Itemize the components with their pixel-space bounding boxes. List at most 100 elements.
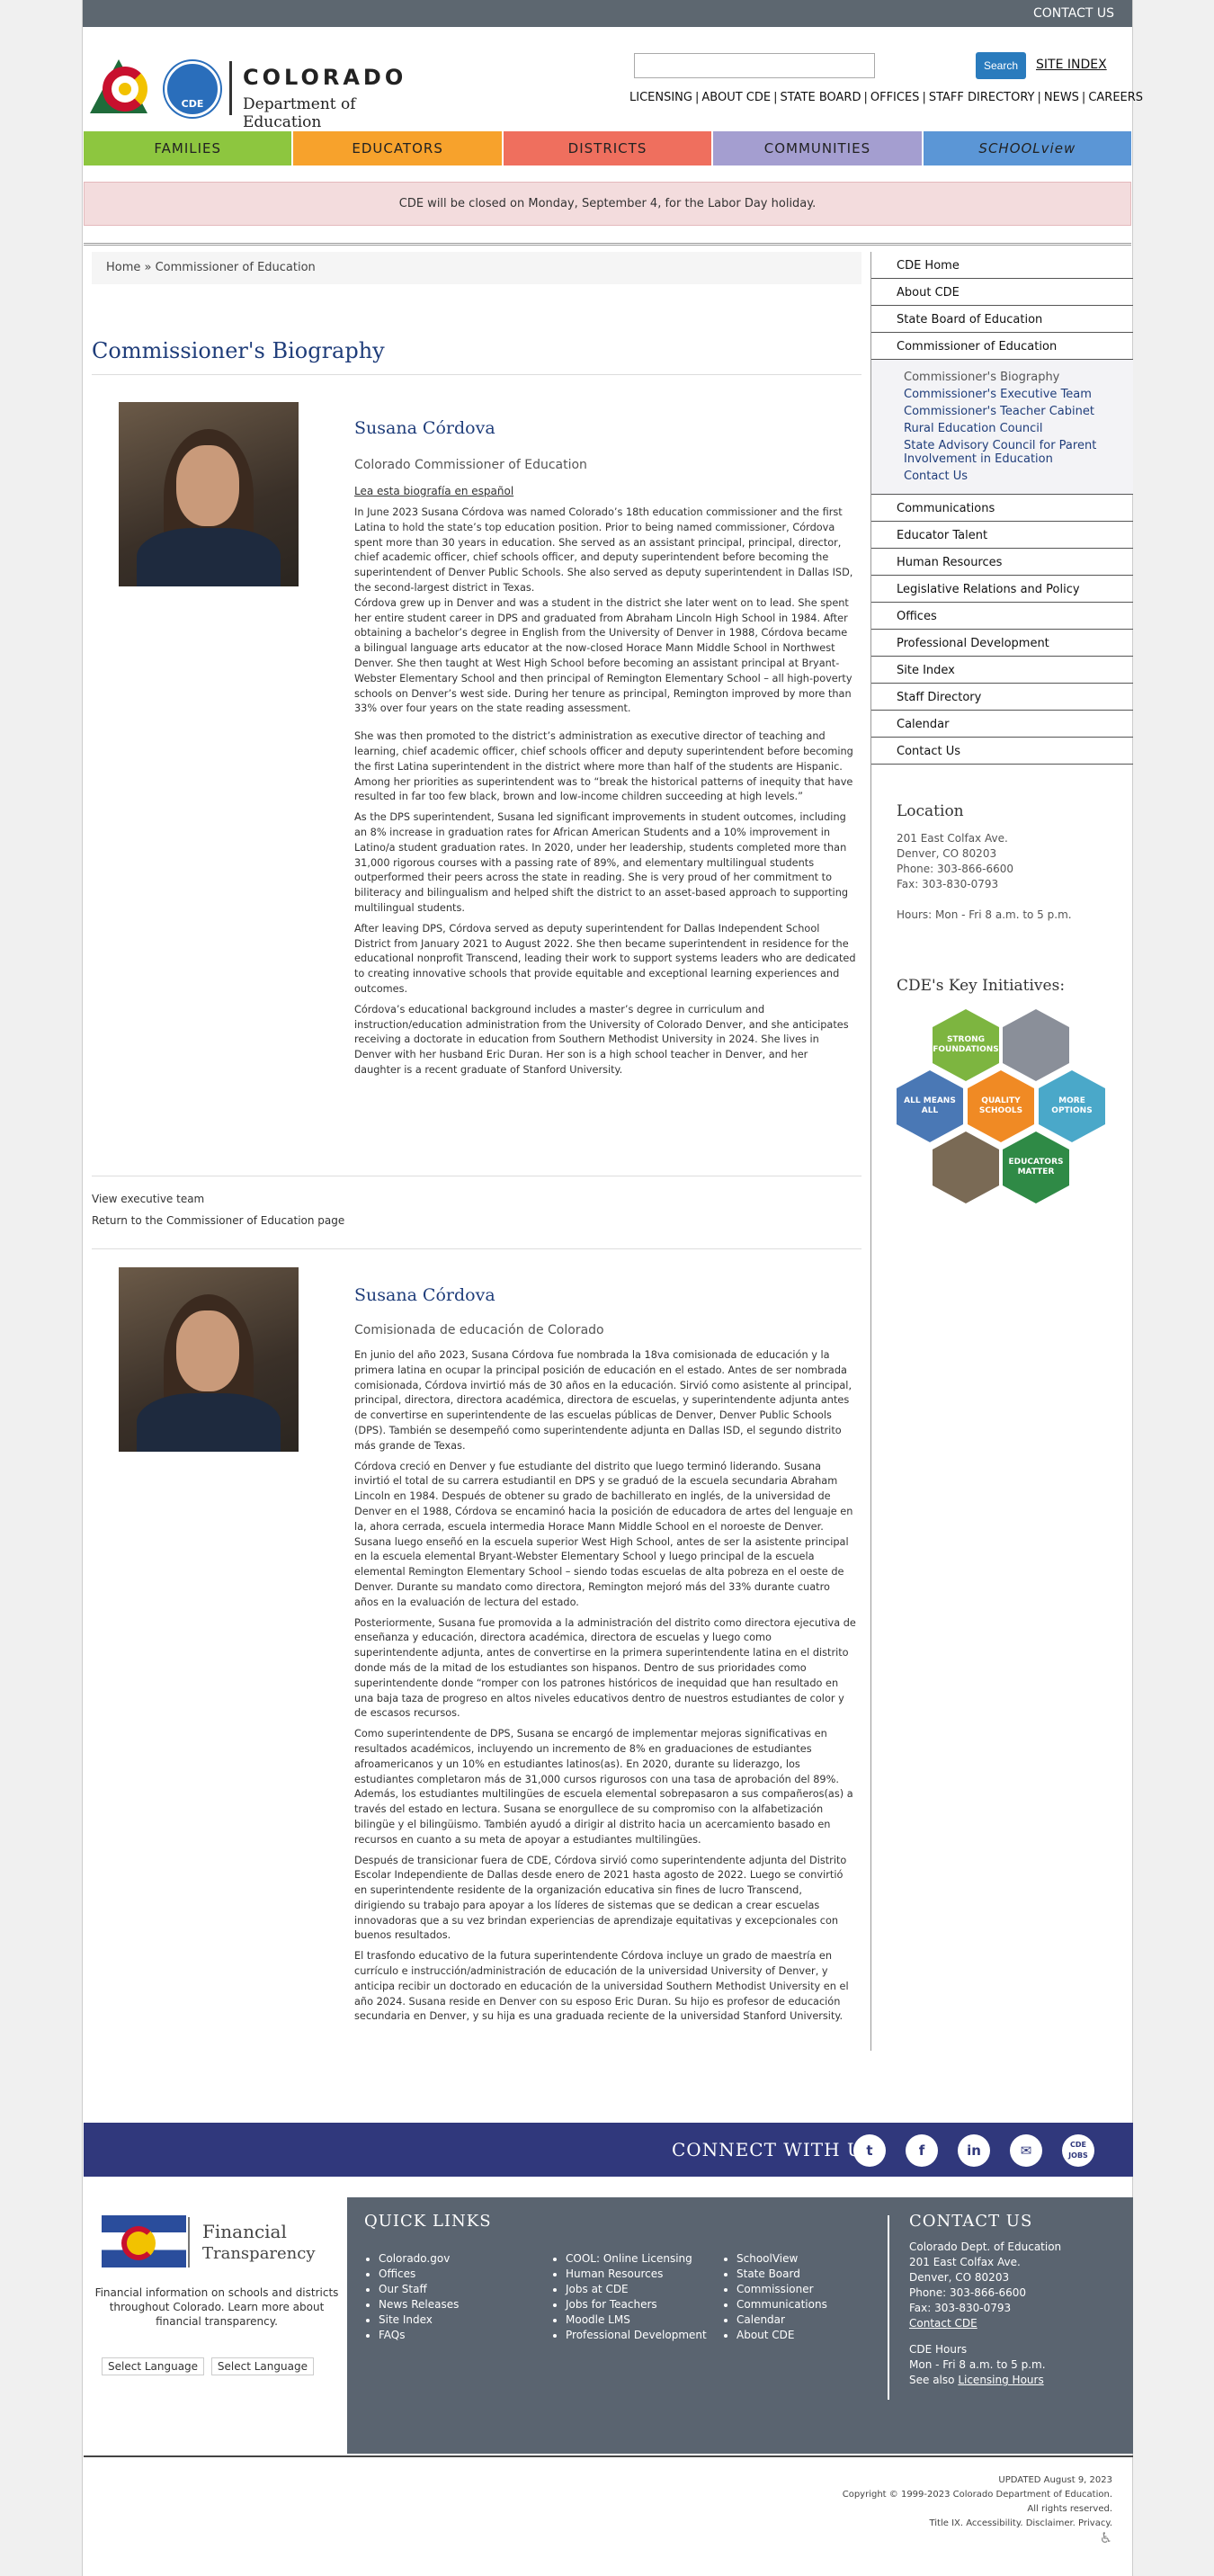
quick-link[interactable]: Moodle LMS	[566, 2313, 630, 2326]
colorado-c-icon	[103, 67, 147, 112]
quick-link[interactable]: Colorado.gov	[379, 2252, 450, 2265]
quick-link[interactable]: Jobs for Teachers	[566, 2298, 657, 2311]
quick-link[interactable]: FAQs	[379, 2329, 406, 2341]
sidebar-item-contact-us[interactable]: Contact Us	[871, 738, 1133, 765]
bio-role: Comisionada de educación de Colorado	[354, 1323, 604, 1337]
sidebar-item-educator-talent[interactable]: Educator Talent	[871, 522, 1133, 549]
main-nav: FAMILIES EDUCATORS DISTRICTS COMMUNITIES…	[84, 131, 1132, 165]
sidebar-item-cde-home[interactable]: CDE Home	[871, 252, 1133, 279]
quick-link[interactable]: Commissioner	[736, 2283, 814, 2295]
photo-hex	[1003, 1009, 1069, 1081]
bio-paragraph: El trasfondo educativo de la futura supe…	[354, 1950, 849, 2023]
top-bar: CONTACT US	[83, 0, 1132, 27]
sidebar-item-legislative[interactable]: Legislative Relations and Policy	[871, 576, 1133, 603]
title-ix-link[interactable]: Title IX	[929, 2518, 960, 2528]
quick-link[interactable]: SchoolView	[736, 2252, 798, 2265]
util-about[interactable]: ABOUT CDE	[701, 91, 771, 104]
bio-paragraph: In June 2023 Susana Córdova was named Co…	[354, 506, 853, 594]
licensing-hours-link[interactable]: Licensing Hours	[958, 2374, 1043, 2386]
educators-matter-hex[interactable]: EDUCATORS MATTER	[1003, 1131, 1069, 1203]
quick-link[interactable]: Professional Development	[566, 2329, 707, 2341]
location-block: Location 201 East Colfax Ave. Denver, CO…	[871, 802, 1133, 923]
quick-link[interactable]: Communications	[736, 2298, 827, 2311]
site-index-link[interactable]: SITE INDEX	[1036, 58, 1107, 72]
breadcrumb[interactable]: Home » Commissioner of Education	[92, 252, 861, 284]
bio-paragraph: She was then promoted to the district’s …	[354, 730, 853, 803]
spanish-bio-link[interactable]: Lea esta biografía en español	[354, 485, 513, 497]
bio-paragraph: After leaving DPS, Córdova served as dep…	[354, 922, 856, 995]
financial-transparency-logo[interactable]: Financial Transparency	[102, 2215, 316, 2269]
quick-link[interactable]: About CDE	[736, 2329, 795, 2341]
privacy-link[interactable]: Privacy	[1078, 2518, 1110, 2528]
connect-label: CONNECT WITH US	[672, 2139, 877, 2160]
nav-families[interactable]: FAMILIES	[84, 131, 292, 165]
quick-link[interactable]: Offices	[379, 2267, 415, 2280]
util-staff-directory[interactable]: STAFF DIRECTORY	[929, 91, 1035, 104]
quick-link[interactable]: Jobs at CDE	[566, 2283, 629, 2295]
view-executive-team-link[interactable]: View executive team	[92, 1193, 204, 1205]
quality-schools-hex[interactable]: QUALITY SCHOOLS	[968, 1070, 1034, 1142]
sidebar-sub-executive-team[interactable]: Commissioner's Executive Team	[904, 386, 1133, 403]
sidebar: CDE Home About CDE State Board of Educat…	[870, 252, 1133, 2051]
accessibility-link[interactable]: Accessibility	[966, 2518, 1020, 2528]
quick-link[interactable]: COOL: Online Licensing	[566, 2252, 692, 2265]
facebook-icon[interactable]: f	[906, 2134, 938, 2167]
sidebar-item-offices[interactable]: Offices	[871, 603, 1133, 630]
disclaimer-link[interactable]: Disclaimer	[1026, 2518, 1073, 2528]
email-icon[interactable]: ✉	[1010, 2134, 1042, 2167]
quick-link[interactable]: Site Index	[379, 2313, 433, 2326]
language-select[interactable]: Select Language	[210, 2357, 314, 2375]
cde-seal-icon: CDE	[165, 61, 220, 117]
return-commissioner-link[interactable]: Return to the Commissioner of Education …	[92, 1214, 344, 1227]
nav-districts[interactable]: DISTRICTS	[503, 131, 712, 165]
nav-educators[interactable]: EDUCATORS	[293, 131, 502, 165]
util-careers[interactable]: CAREERS	[1088, 91, 1143, 104]
contact-cde-link[interactable]: Contact CDE	[909, 2317, 977, 2330]
sidebar-item-site-index[interactable]: Site Index	[871, 657, 1133, 684]
footer: Financial Transparency Financial informa…	[84, 2197, 1133, 2454]
quick-link[interactable]: State Board	[736, 2267, 800, 2280]
bio-english: Susana Córdova Colorado Commissioner of …	[92, 375, 861, 1176]
nav-schoolview[interactable]: SCHOOLview	[923, 131, 1132, 165]
util-licensing[interactable]: LICENSING	[629, 91, 692, 104]
bio-paragraph: Córdova creció en Denver y fue estudiant…	[354, 1460, 853, 1608]
sidebar-sub-rural-council[interactable]: Rural Education Council	[904, 420, 1133, 437]
util-state-board[interactable]: STATE BOARD	[780, 91, 861, 104]
header: CDE COLORADO Department of Education Sea…	[83, 27, 1143, 131]
accessibility-icon[interactable]: ♿	[843, 2531, 1112, 2545]
location-heading: Location	[897, 802, 964, 820]
quick-links: QUICK LINKS Colorado.gov Offices Our Sta…	[364, 2214, 868, 2342]
sidebar-item-calendar[interactable]: Calendar	[871, 711, 1133, 738]
quick-link[interactable]: Human Resources	[566, 2267, 663, 2280]
quick-link[interactable]: Our Staff	[379, 2283, 427, 2295]
util-offices[interactable]: OFFICES	[870, 91, 920, 104]
twitter-icon[interactable]: t	[853, 2134, 886, 2167]
search-input[interactable]	[634, 53, 875, 78]
sidebar-item-commissioner[interactable]: Commissioner of Education	[871, 333, 1133, 360]
linkedin-icon[interactable]: in	[958, 2134, 990, 2167]
strong-foundations-hex[interactable]: STRONG FOUNDATIONS	[933, 1009, 999, 1081]
quick-link[interactable]: Calendar	[736, 2313, 785, 2326]
top-contact-link[interactable]: CONTACT US	[1033, 6, 1114, 21]
quote-link[interactable]: Among her priorities as superintendent w…	[354, 776, 852, 803]
sidebar-item-state-board[interactable]: State Board of Education	[871, 306, 1133, 333]
sidebar-sub-teacher-cabinet[interactable]: Commissioner's Teacher Cabinet	[904, 403, 1133, 420]
util-news[interactable]: NEWS	[1044, 91, 1079, 104]
sidebar-sub-biography[interactable]: Commissioner's Biography	[904, 369, 1133, 386]
search-button[interactable]: Search	[976, 52, 1026, 79]
sidebar-sub-contact[interactable]: Contact Us	[904, 468, 1133, 485]
commissioner-photo	[119, 1267, 299, 1452]
cde-logo[interactable]: CDE COLORADO Department of Education	[90, 58, 432, 131]
sidebar-item-professional-development[interactable]: Professional Development	[871, 630, 1133, 657]
sidebar-item-communications[interactable]: Communications	[871, 495, 1133, 522]
sidebar-sub-parent-council[interactable]: State Advisory Council for Parent Involv…	[904, 437, 1133, 468]
more-options-hex[interactable]: MORE OPTIONS	[1039, 1070, 1105, 1142]
cde-jobs-icon[interactable]: CDE JOBS	[1062, 2134, 1094, 2167]
sidebar-item-about[interactable]: About CDE	[871, 279, 1133, 306]
quick-link[interactable]: News Releases	[379, 2298, 459, 2311]
sidebar-item-staff-directory[interactable]: Staff Directory	[871, 684, 1133, 711]
language-select[interactable]: Select Language	[102, 2357, 205, 2375]
nav-communities[interactable]: COMMUNITIES	[713, 131, 922, 165]
sidebar-item-human-resources[interactable]: Human Resources	[871, 549, 1133, 576]
all-means-all-hex[interactable]: ALL MEANS ALL	[897, 1070, 963, 1142]
